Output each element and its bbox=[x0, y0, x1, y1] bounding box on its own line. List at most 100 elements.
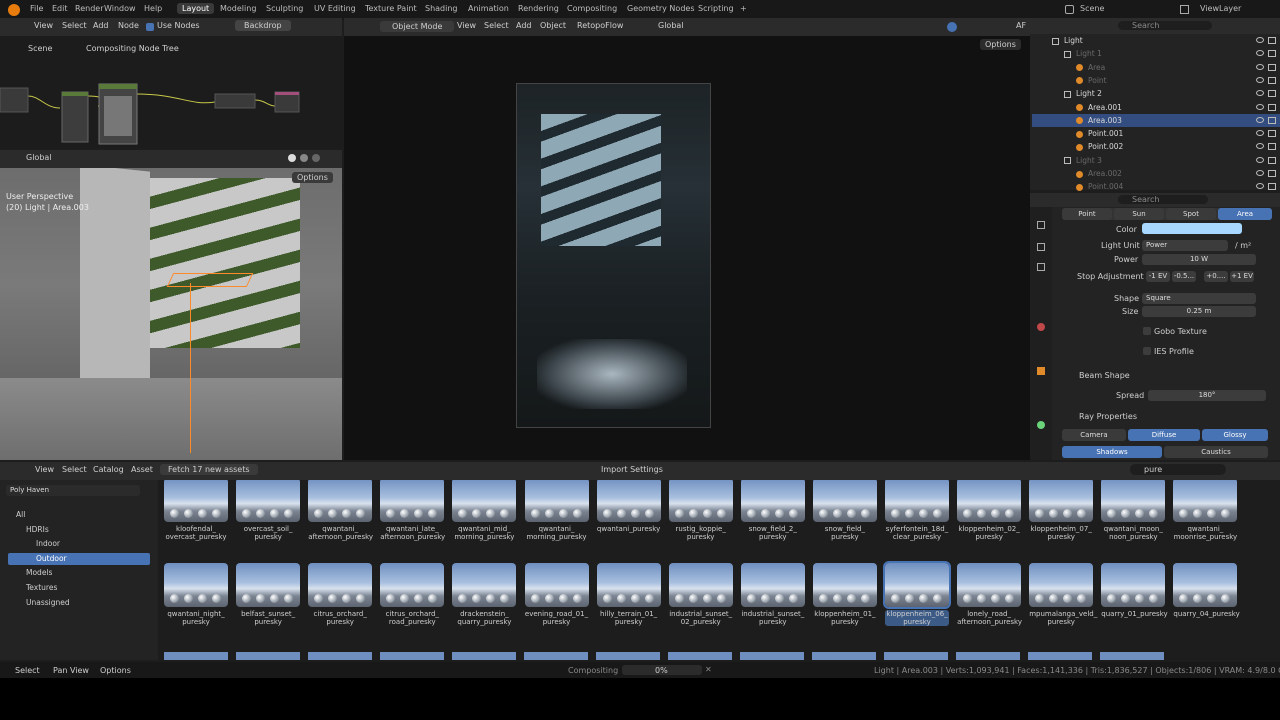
asset-thumbnail[interactable]: belfast_sunset_ puresky bbox=[236, 563, 301, 626]
render-camera-icon[interactable] bbox=[1268, 103, 1276, 111]
asset-thumbnail[interactable]: overcast_soil_ puresky bbox=[236, 480, 301, 541]
catalog-item[interactable]: HDRIs bbox=[8, 524, 150, 536]
asset-thumbnail[interactable]: citrus_orchard_ puresky bbox=[308, 563, 373, 626]
ies-checkbox[interactable] bbox=[1143, 347, 1151, 355]
menu-render[interactable]: Render bbox=[75, 4, 103, 13]
asset-thumbnail[interactable]: qwantani_ afternoon_puresky bbox=[308, 480, 373, 541]
render-camera-icon[interactable] bbox=[1268, 90, 1276, 98]
light-type-point[interactable]: Point bbox=[1062, 208, 1112, 220]
orientation-dropdown[interactable]: Global bbox=[26, 153, 52, 162]
asset-thumbnail[interactable]: kloppenheim_07_ puresky bbox=[1029, 480, 1094, 541]
mode-dropdown[interactable]: Object Mode bbox=[380, 21, 455, 32]
visibility-eye-icon[interactable] bbox=[1256, 183, 1264, 190]
tab-animation[interactable]: Animation bbox=[468, 4, 509, 13]
visibility-eye-icon[interactable] bbox=[1256, 37, 1264, 43]
shape-dropdown[interactable]: Square bbox=[1142, 293, 1256, 304]
asset-catalog-menu[interactable]: Catalog bbox=[93, 465, 124, 474]
tab-compositing[interactable]: Compositing bbox=[567, 4, 617, 13]
ray-glossy-button[interactable]: Glossy bbox=[1202, 429, 1268, 441]
asset-thumbnail[interactable]: industrial_sunset_ 02_puresky bbox=[668, 563, 733, 626]
outliner-item[interactable]: Point.002 bbox=[1032, 140, 1280, 153]
main-orientation-dropdown[interactable]: Global bbox=[658, 21, 684, 30]
cancel-compositing-icon[interactable]: ✕ bbox=[705, 665, 712, 674]
visibility-eye-icon[interactable] bbox=[1256, 76, 1264, 83]
node-editor-canvas[interactable]: Scene Compositing Node Tree bbox=[0, 36, 342, 148]
asset-thumbnail[interactable]: qwantani_moon_ noon_puresky bbox=[1101, 480, 1166, 541]
light-color-swatch[interactable] bbox=[1142, 223, 1242, 234]
outliner-item[interactable]: Area bbox=[1032, 61, 1280, 74]
render-camera-icon[interactable] bbox=[1268, 156, 1276, 164]
asset-thumbnail[interactable]: quarry_04_puresky bbox=[1173, 563, 1240, 618]
add-workspace-icon[interactable]: + bbox=[740, 4, 747, 13]
stop-minus05-button[interactable]: -0.5... bbox=[1172, 271, 1196, 282]
outliner-item[interactable]: Light 3 bbox=[1032, 154, 1280, 167]
ray-shadows-button[interactable]: Shadows bbox=[1062, 446, 1162, 458]
node-select-menu[interactable]: Select bbox=[62, 21, 87, 30]
stop-minus1-button[interactable]: -1 EV bbox=[1146, 271, 1170, 282]
blender-logo-icon[interactable] bbox=[8, 4, 20, 16]
asset-thumbnail[interactable]: hilly_terrain_01_ puresky bbox=[596, 563, 661, 626]
tab-layout[interactable]: Layout bbox=[177, 3, 215, 14]
light-data-icon[interactable] bbox=[1037, 421, 1045, 429]
asset-thumbnail[interactable]: syferfontein_18d_ clear_puresky bbox=[885, 480, 949, 541]
render-camera-icon[interactable] bbox=[1268, 116, 1276, 124]
backdrop-button[interactable]: Backdrop bbox=[235, 20, 291, 31]
stop-plus05-button[interactable]: +0.... bbox=[1204, 271, 1228, 282]
render-camera-icon[interactable] bbox=[1268, 76, 1276, 84]
asset-thumbnail[interactable]: rustig_koppie_ puresky bbox=[668, 480, 733, 541]
catalog-item[interactable]: Models bbox=[8, 567, 150, 579]
use-nodes-checkbox[interactable] bbox=[146, 23, 154, 31]
tab-rendering[interactable]: Rendering bbox=[518, 4, 559, 13]
library-dropdown[interactable]: Poly Haven bbox=[6, 485, 140, 496]
asset-thumbnail[interactable]: qwantani_puresky bbox=[596, 480, 661, 533]
asset-thumbnail[interactable]: drackenstein_ quarry_puresky bbox=[452, 563, 517, 626]
scene-selector[interactable]: Scene bbox=[1080, 4, 1104, 13]
import-settings-dropdown[interactable]: Import Settings bbox=[601, 465, 663, 474]
tab-modeling[interactable]: Modeling bbox=[220, 4, 256, 13]
outliner-item[interactable]: Area.001 bbox=[1032, 101, 1280, 114]
render-camera-icon[interactable] bbox=[1268, 130, 1276, 138]
outliner-item[interactable]: Light bbox=[1032, 34, 1280, 47]
main-viewport[interactable]: Options bbox=[344, 36, 1030, 460]
outliner-item[interactable]: Point.001 bbox=[1032, 127, 1280, 140]
visibility-eye-icon[interactable] bbox=[1256, 116, 1264, 123]
world-icon[interactable] bbox=[1037, 323, 1045, 331]
visibility-eye-icon[interactable] bbox=[1256, 170, 1264, 176]
render-camera-icon[interactable] bbox=[1268, 50, 1276, 58]
render-camera-icon[interactable] bbox=[1268, 170, 1276, 177]
asset-thumbnail[interactable]: qwantani_mid_ morning_puresky bbox=[452, 480, 517, 541]
tab-scripting[interactable]: Scripting bbox=[698, 4, 734, 13]
light-type-sun[interactable]: Sun bbox=[1114, 208, 1164, 220]
render-camera-icon[interactable] bbox=[1268, 63, 1276, 71]
visibility-eye-icon[interactable] bbox=[1256, 90, 1264, 97]
outliner-item[interactable]: Point bbox=[1032, 74, 1280, 87]
render-icon[interactable] bbox=[1037, 243, 1045, 251]
power-field[interactable]: 10 W bbox=[1142, 254, 1256, 265]
catalog-item[interactable]: All bbox=[8, 509, 150, 521]
main-select-menu[interactable]: Select bbox=[484, 21, 509, 30]
main-object-menu[interactable]: Object bbox=[540, 21, 566, 30]
render-camera-icon[interactable] bbox=[1268, 37, 1276, 44]
asset-thumbnail[interactable]: evening_road_01_ puresky bbox=[524, 563, 589, 626]
beam-shape-section[interactable]: Beam Shape bbox=[1079, 371, 1130, 380]
output-icon[interactable] bbox=[1037, 263, 1045, 271]
viewport-options-button[interactable]: Options bbox=[292, 172, 333, 183]
gobo-checkbox[interactable] bbox=[1143, 327, 1151, 335]
menu-help[interactable]: Help bbox=[144, 4, 162, 13]
asset-search-field[interactable]: pure bbox=[1130, 464, 1226, 475]
shading-material-icon[interactable] bbox=[300, 154, 308, 162]
tab-uv-editing[interactable]: UV Editing bbox=[314, 4, 356, 13]
render-camera-icon[interactable] bbox=[1268, 183, 1276, 191]
catalog-item[interactable]: Textures bbox=[8, 582, 150, 594]
outliner-search[interactable]: Search bbox=[1118, 21, 1212, 30]
asset-thumbnail[interactable]: quarry_01_puresky bbox=[1101, 563, 1168, 618]
shading-solid-icon[interactable] bbox=[288, 154, 296, 162]
asset-thumbnail[interactable]: kloppenheim_06_ puresky bbox=[883, 561, 951, 626]
light-unit-dropdown[interactable]: Power bbox=[1142, 240, 1228, 251]
tab-geometry-nodes[interactable]: Geometry Nodes bbox=[627, 4, 694, 13]
asset-thumbnail[interactable]: kloppenheim_01_ puresky bbox=[812, 563, 877, 626]
view-layer-selector[interactable]: ViewLayer bbox=[1200, 4, 1241, 13]
asset-select-menu[interactable]: Select bbox=[62, 465, 87, 474]
shading-rendered-active-icon[interactable] bbox=[947, 22, 957, 32]
tab-texture-paint[interactable]: Texture Paint bbox=[365, 4, 417, 13]
